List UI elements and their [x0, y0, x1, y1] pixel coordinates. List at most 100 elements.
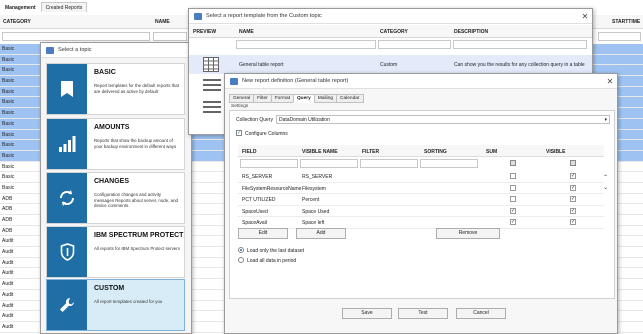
row-category: Audit [2, 313, 14, 320]
tab-query[interactable]: Query [292, 94, 315, 103]
col-filter[interactable]: FILTER [362, 149, 379, 155]
row-category: Audit [2, 281, 14, 288]
remove-button[interactable]: Remove [436, 228, 500, 239]
tab-filter[interactable]: Filter [253, 94, 272, 103]
topic-card-custom[interactable]: CUSTOM All report templates created for y… [46, 279, 185, 331]
topic-card-description: All report templates created for you [94, 299, 163, 304]
template-name-filter[interactable] [236, 40, 376, 49]
column-category[interactable]: CATEGORY [3, 19, 31, 25]
col-field[interactable]: FIELD [242, 149, 256, 155]
management-tab-bar: Management Created Reports [0, 2, 88, 12]
tab-calendar[interactable]: Calendar [336, 94, 364, 103]
row-visible-name: RS_SERVER [302, 174, 333, 180]
definition-tab-bar: General Filter Format Query Mailing Calendar [229, 94, 364, 103]
visible-checkbox[interactable]: ✓ [570, 219, 576, 225]
load-all-data-label: Load all data in period [247, 258, 297, 264]
template-row[interactable]: General table report Custom Can show you… [189, 55, 592, 74]
column-grid-header: FIELD VISIBLE NAME FILTER SORTING SUM VI… [238, 145, 604, 157]
topic-card-amounts[interactable]: AMOUNTS Reports that show the backup amou… [46, 118, 185, 170]
row-category: Basic [2, 88, 15, 95]
move-up-icon[interactable]: ⌃ [603, 174, 608, 181]
col-sorting[interactable]: SORTING [424, 149, 447, 155]
starttime-filter-input[interactable] [598, 32, 641, 41]
load-last-dataset-radio[interactable] [238, 247, 244, 253]
template-description-filter[interactable] [453, 40, 587, 49]
sorting-filter-input[interactable] [420, 159, 478, 168]
sum-checkbox[interactable] [510, 196, 516, 202]
category-filter-input[interactable] [2, 32, 150, 41]
column-grid-row[interactable]: SpaceUsed Space Used ✓ ✓ [238, 206, 604, 217]
template-table-header: PREVIEW NAME CATEGORY DESCRIPTION [189, 25, 592, 38]
tab-management[interactable]: Management [0, 2, 41, 12]
sum-filter-checkbox[interactable] [510, 160, 516, 166]
row-category: Basic [2, 78, 15, 85]
visible-filter-checkbox[interactable] [570, 160, 576, 166]
sum-checkbox[interactable]: ✓ [510, 207, 516, 214]
close-icon[interactable]: ✕ [578, 12, 592, 21]
row-category: Audit [2, 238, 14, 245]
save-button[interactable]: Save [342, 308, 392, 319]
definition-dialog-titlebar: New report definition (General table rep… [225, 74, 617, 89]
topic-card-title: IBM SPECTRUM PROTECT [94, 232, 184, 239]
row-category: Audit [2, 323, 14, 330]
dialog-app-icon [46, 46, 54, 54]
configure-columns-checkbox[interactable]: ✓ [236, 130, 242, 136]
row-category: Basic [2, 46, 15, 52]
collection-query-select[interactable]: DataDomain Utilization ▾ [276, 115, 610, 124]
field-filter-input[interactable] [240, 159, 298, 168]
settings-label: Settings [231, 104, 249, 109]
bookmark-icon [47, 64, 87, 114]
edit-button[interactable]: Edit [238, 228, 288, 239]
column-description[interactable]: DESCRIPTION [454, 29, 488, 35]
row-category: ADB [2, 227, 13, 234]
template-category: Custom [380, 62, 398, 68]
tab-format[interactable]: Format [270, 94, 294, 103]
row-category: Basic [2, 174, 15, 181]
column-grid-row[interactable]: RS_SERVER RS_SERVER ✓ [238, 171, 604, 183]
row-category: Basic [2, 184, 15, 191]
close-icon[interactable]: ✕ [603, 77, 617, 86]
row-category: ADB [2, 195, 13, 202]
name-filter-input[interactable] [153, 32, 187, 41]
topic-card-basic[interactable]: BASIC Report templates for the default re… [46, 63, 185, 115]
topic-card-title: BASIC [94, 69, 116, 76]
column-starttime[interactable]: STARTTIME [612, 19, 640, 25]
column-name[interactable]: NAME [239, 29, 254, 35]
col-visible-name[interactable]: VISIBLE NAME [302, 149, 338, 155]
column-name[interactable]: NAME [155, 19, 170, 25]
query-settings-panel: Collection Query DataDomain Utilization … [229, 110, 615, 299]
column-category[interactable]: CATEGORY [380, 29, 408, 35]
visible-checkbox[interactable]: ✓ [570, 173, 576, 179]
visible-checkbox[interactable]: ✓ [570, 207, 576, 214]
list-preview-icon [203, 79, 221, 113]
load-all-data-radio[interactable] [238, 257, 244, 263]
sum-checkbox[interactable] [510, 184, 516, 191]
tab-created-reports[interactable]: Created Reports [40, 2, 88, 12]
add-button[interactable]: Add [296, 228, 346, 239]
visible-checkbox[interactable]: ✓ [570, 196, 576, 202]
column-preview[interactable]: PREVIEW [193, 29, 216, 35]
tab-general[interactable]: General [229, 94, 255, 103]
col-visible[interactable]: VISIBLE [546, 149, 565, 155]
column-grid-row[interactable]: FileSystemResourceName Filesystem ✓ [238, 183, 604, 194]
col-sum[interactable]: SUM [486, 149, 497, 155]
test-button[interactable]: Test [398, 308, 448, 319]
row-category: Audit [2, 270, 14, 277]
visible-name-filter-input[interactable] [300, 159, 358, 168]
visible-checkbox[interactable]: ✓ [570, 184, 576, 191]
tab-mailing[interactable]: Mailing [313, 94, 338, 103]
topic-card-description: Reports that show the backup amount of y… [94, 138, 177, 149]
topic-card-ibm-spectrum-protect[interactable]: IBM SPECTRUM PROTECT All reports for IBM … [46, 226, 185, 278]
signal-bars-icon [47, 119, 87, 169]
sum-checkbox[interactable] [510, 173, 516, 179]
cancel-button[interactable]: Cancel [456, 308, 506, 319]
column-grid-row[interactable]: SpaceAvail Space left ✓ ✓ [238, 217, 604, 229]
topic-card-changes[interactable]: CHANGES Configuration changes and activit… [46, 172, 185, 224]
topic-card-title: CUSTOM [94, 285, 125, 292]
sum-checkbox[interactable]: ✓ [510, 219, 516, 225]
move-down-icon[interactable]: ⌄ [603, 184, 608, 191]
template-category-filter[interactable] [378, 40, 451, 49]
column-grid-row[interactable]: PCT UTILIZED Percent ✓ [238, 194, 604, 206]
shield-icon [47, 227, 87, 277]
filter-filter-input[interactable] [360, 159, 418, 168]
